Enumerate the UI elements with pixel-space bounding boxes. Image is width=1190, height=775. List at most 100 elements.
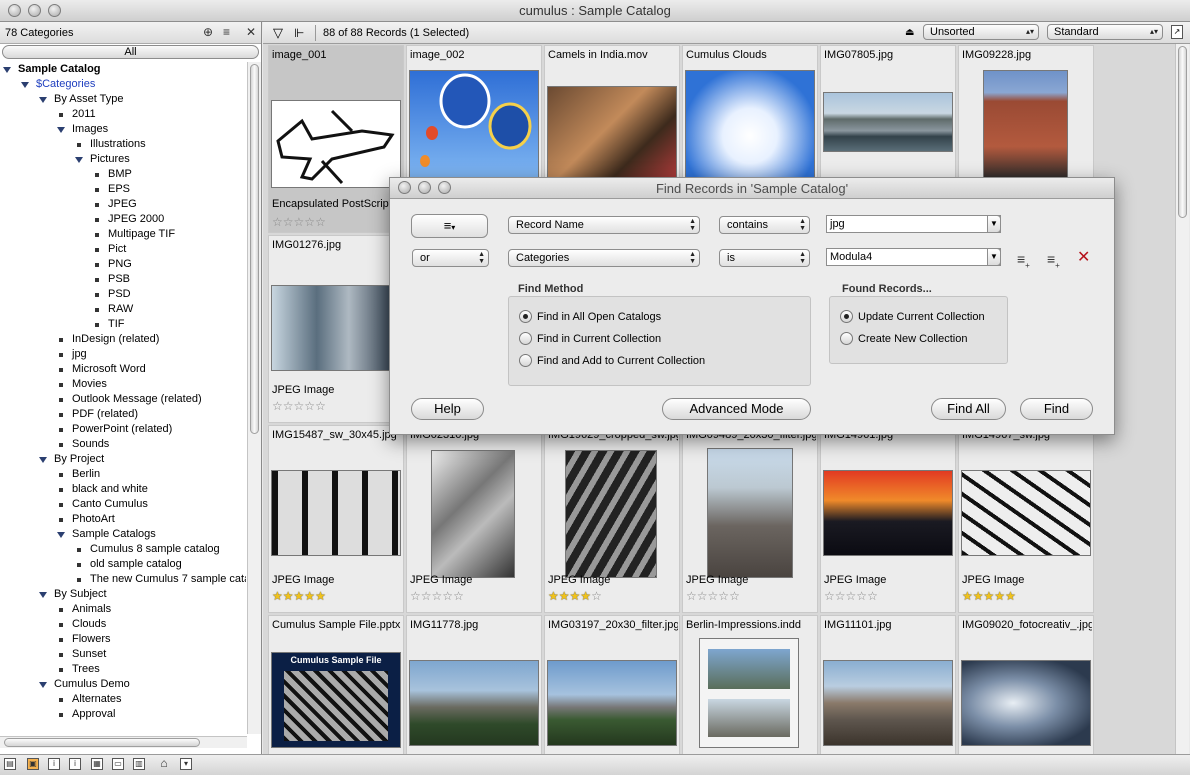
- sort-popup[interactable]: Unsorted ▴▾: [923, 24, 1039, 40]
- tree-item[interactable]: Canto Cumulus: [0, 497, 246, 512]
- record-thumbnail[interactable]: [431, 450, 515, 578]
- tree-item[interactable]: Pictures: [0, 152, 246, 167]
- find-button[interactable]: Find: [1020, 398, 1093, 420]
- star-icon[interactable]: ☆: [591, 589, 602, 603]
- value-combo-2[interactable]: Modula4 ▼: [826, 248, 1001, 266]
- star-icon[interactable]: ★: [962, 589, 973, 603]
- zoom-dialog-button[interactable]: [438, 181, 451, 194]
- close-window-button[interactable]: [8, 4, 21, 17]
- star-icon[interactable]: ★: [570, 589, 581, 603]
- record-thumbnail[interactable]: [271, 100, 401, 188]
- record-cell[interactable]: IMG09020_fotocreativ_.jpg: [958, 615, 1094, 754]
- rating-stars[interactable]: ☆☆☆☆☆: [410, 590, 464, 602]
- star-icon[interactable]: ☆: [867, 589, 878, 603]
- tree-item[interactable]: RAW: [0, 302, 246, 317]
- find-and-add-radio[interactable]: Find and Add to Current Collection: [519, 353, 705, 368]
- record-cell[interactable]: IMG19629_cropped_sw.jpg JPEG Image ★★★★☆: [544, 425, 680, 613]
- star-icon[interactable]: ☆: [835, 589, 846, 603]
- tree-item[interactable]: PSD: [0, 287, 246, 302]
- record-thumbnail[interactable]: [409, 660, 539, 746]
- preview-view-icon[interactable]: ▭: [112, 758, 124, 770]
- tree-item[interactable]: PDF (related): [0, 407, 246, 422]
- tree-item[interactable]: Pict: [0, 242, 246, 257]
- disclosure-triangle-icon[interactable]: [75, 157, 83, 163]
- record-cell[interactable]: Cumulus Sample File.pptx Cumulus Sample F…: [268, 615, 404, 754]
- tree-item[interactable]: 2011: [0, 107, 246, 122]
- record-thumbnail[interactable]: [547, 660, 677, 746]
- star-icon[interactable]: ★: [283, 589, 294, 603]
- filter-icon[interactable]: ▽: [273, 22, 283, 44]
- disclosure-triangle-icon[interactable]: [39, 682, 47, 688]
- combo-arrow-icon[interactable]: ▼: [987, 248, 1001, 266]
- tree-item[interactable]: EPS: [0, 182, 246, 197]
- field-popup-1[interactable]: Record Name ▲ ▼: [508, 216, 700, 234]
- basket-icon[interactable]: ⌂: [158, 757, 170, 770]
- find-current-collection-radio[interactable]: Find in Current Collection: [519, 331, 661, 346]
- star-icon[interactable]: ☆: [453, 589, 464, 603]
- tree-item[interactable]: Animals: [0, 602, 246, 617]
- star-icon[interactable]: ★: [559, 589, 570, 603]
- details-view-icon[interactable]: i: [69, 758, 81, 770]
- create-new-collection-radio[interactable]: Create New Collection: [840, 331, 967, 346]
- list-view-icon[interactable]: ▥: [133, 758, 145, 770]
- record-thumbnail[interactable]: [565, 450, 657, 578]
- tree-item[interactable]: Movies: [0, 377, 246, 392]
- record-thumbnail[interactable]: Cumulus Sample File: [271, 652, 401, 748]
- operator-popup-2[interactable]: is ▲ ▼: [719, 249, 810, 267]
- thumbnail-view-icon[interactable]: ▦: [91, 758, 103, 770]
- rating-stars[interactable]: ☆☆☆☆☆: [272, 400, 326, 412]
- scroll-thumb[interactable]: [1178, 46, 1187, 218]
- tree-item[interactable]: Sample Catalog: [0, 62, 246, 77]
- star-icon[interactable]: ★: [973, 589, 984, 603]
- tree-item[interactable]: Cumulus Demo: [0, 677, 246, 692]
- star-icon[interactable]: ★: [548, 589, 559, 603]
- tree-item[interactable]: Flowers: [0, 632, 246, 647]
- hierarchy-icon[interactable]: ⊩: [294, 22, 304, 44]
- record-cell[interactable]: IMG09489_20x30_filter.jpg JPEG Image ☆☆☆☆☆: [682, 425, 818, 613]
- tree-item[interactable]: Illustrations: [0, 137, 246, 152]
- star-icon[interactable]: ☆: [824, 589, 835, 603]
- record-thumbnail[interactable]: [271, 285, 401, 371]
- record-thumbnail[interactable]: [823, 470, 953, 556]
- record-thumbnail[interactable]: [685, 70, 815, 180]
- star-icon[interactable]: ☆: [856, 589, 867, 603]
- record-thumbnail[interactable]: [961, 660, 1091, 746]
- tree-item[interactable]: TIF: [0, 317, 246, 332]
- sidebar-vertical-scrollbar[interactable]: [247, 62, 261, 734]
- star-icon[interactable]: ☆: [442, 589, 453, 603]
- tree-item[interactable]: InDesign (related): [0, 332, 246, 347]
- tree-item[interactable]: Sample Catalogs: [0, 527, 246, 542]
- records-vertical-scrollbar[interactable]: [1175, 44, 1189, 754]
- star-icon[interactable]: ☆: [718, 589, 729, 603]
- record-cell[interactable]: IMG01276.jpg JPEG Image ☆☆☆☆☆: [268, 235, 404, 423]
- add-condition-group-icon[interactable]: ≡+: [1047, 252, 1060, 273]
- star-icon[interactable]: ☆: [304, 399, 315, 413]
- close-dialog-button[interactable]: [398, 181, 411, 194]
- star-icon[interactable]: ☆: [283, 215, 294, 229]
- star-icon[interactable]: ☆: [432, 589, 443, 603]
- star-icon[interactable]: ★: [984, 589, 995, 603]
- scroll-thumb[interactable]: [250, 64, 259, 434]
- tree-item[interactable]: PhotoArt: [0, 512, 246, 527]
- star-icon[interactable]: ☆: [315, 399, 326, 413]
- star-icon[interactable]: ☆: [686, 589, 697, 603]
- record-cell[interactable]: IMG15487_sw_30x45.jpg JPEG Image ★★★★★: [268, 425, 404, 613]
- close-icon[interactable]: ✕: [246, 25, 256, 39]
- record-cell[interactable]: IMG11778.jpg: [406, 615, 542, 754]
- field-popup-2[interactable]: Categories ▲ ▼: [508, 249, 700, 267]
- disclosure-triangle-icon[interactable]: [39, 592, 47, 598]
- tree-item[interactable]: jpg: [0, 347, 246, 362]
- star-icon[interactable]: ★: [294, 589, 305, 603]
- category-view-icon[interactable]: ▣: [27, 758, 39, 770]
- sidebar-toggle-icon[interactable]: ▤: [4, 758, 16, 770]
- rating-stars[interactable]: ★★★★☆: [548, 590, 602, 602]
- rating-stars[interactable]: ★★★★★: [272, 590, 326, 602]
- record-cell[interactable]: IMG11101.jpg: [820, 615, 956, 754]
- rating-stars[interactable]: ☆☆☆☆☆: [272, 216, 326, 228]
- rating-stars[interactable]: ☆☆☆☆☆: [824, 590, 878, 602]
- tree-item[interactable]: The new Cumulus 7 sample catalog: [0, 572, 246, 587]
- star-icon[interactable]: ☆: [315, 215, 326, 229]
- disclosure-triangle-icon[interactable]: [21, 82, 29, 88]
- operator-popup-1[interactable]: contains ▲ ▼: [719, 216, 810, 234]
- tree-item[interactable]: Sounds: [0, 437, 246, 452]
